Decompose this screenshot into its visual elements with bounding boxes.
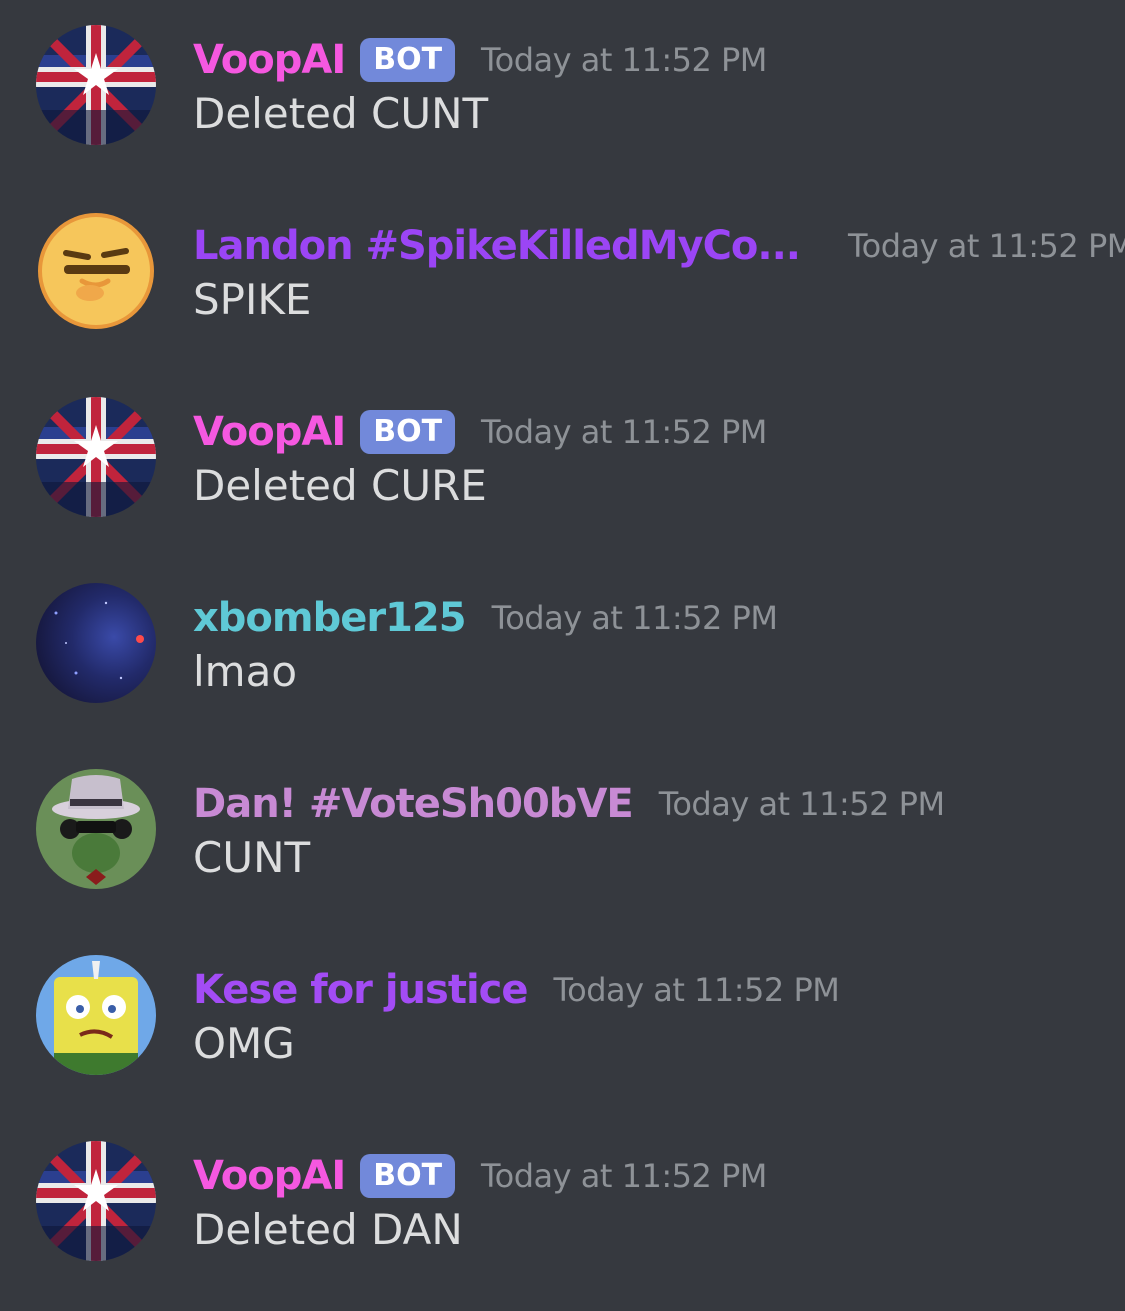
message-content: Deleted DAN (193, 1205, 463, 1254)
message-header: VoopAI BOT Today at 11:52 PM (193, 25, 767, 95)
space-avatar-icon[interactable] (36, 583, 156, 703)
message-content: SPIKE (193, 275, 312, 324)
username[interactable]: xbomber125 (193, 595, 467, 641)
message-item: xbomber125 Today at 11:52 PM lmao (0, 583, 1125, 753)
message-header: xbomber125 Today at 11:52 PM (193, 583, 778, 653)
username[interactable]: Dan! #VoteSh00bVE (193, 781, 634, 827)
message-content: lmao (193, 647, 298, 696)
bot-badge: BOT (360, 1154, 456, 1198)
bot-badge: BOT (360, 410, 456, 454)
flag-avatar-icon[interactable] (36, 1141, 156, 1261)
message-header: Kese for justice Today at 11:52 PM (193, 955, 840, 1025)
timestamp: Today at 11:52 PM (481, 1157, 767, 1195)
flag-avatar-icon[interactable] (36, 25, 156, 145)
username[interactable]: VoopAI (193, 37, 346, 83)
message-content: Deleted CUNT (193, 89, 489, 138)
timestamp: Today at 11:52 PM (658, 785, 945, 823)
username[interactable]: Kese for justice (193, 967, 528, 1013)
timestamp: Today at 11:52 PM (553, 971, 840, 1009)
spongebob-avatar-icon[interactable] (36, 955, 156, 1075)
message-content: OMG (193, 1019, 295, 1068)
bot-badge: BOT (360, 38, 456, 82)
timestamp: Today at 11:52 PM (481, 41, 767, 79)
emoji-face-avatar-icon[interactable] (36, 211, 156, 331)
username[interactable]: Landon #SpikeKilledMyCo... (193, 223, 801, 269)
message-item: Dan! #VoteSh00bVE Today at 11:52 PM CUNT (0, 769, 1125, 939)
flag-avatar-icon[interactable] (36, 397, 156, 517)
message-header: Dan! #VoteSh00bVE Today at 11:52 PM (193, 769, 945, 839)
message-item: Landon #SpikeKilledMyCo... Today at 11:5… (0, 211, 1125, 381)
message-content: Deleted CURE (193, 461, 487, 510)
username[interactable]: VoopAI (193, 409, 346, 455)
message-list: VoopAI BOT Today at 11:52 PM Deleted CUN… (0, 0, 1125, 1298)
message-header: Landon #SpikeKilledMyCo... Today at 11:5… (193, 211, 1125, 281)
message-item: VoopAI BOT Today at 11:52 PM Deleted CUN… (0, 25, 1125, 195)
message-header: VoopAI BOT Today at 11:52 PM (193, 397, 767, 467)
message-item: VoopAI BOT Today at 11:52 PM Deleted DAN (0, 1141, 1125, 1311)
message-item: Kese for justice Today at 11:52 PM OMG (0, 955, 1125, 1125)
hat-character-avatar-icon[interactable] (36, 769, 156, 889)
message-header: VoopAI BOT Today at 11:52 PM (193, 1141, 767, 1211)
timestamp: Today at 11:52 PM (491, 599, 778, 637)
timestamp: Today at 11:52 PM (481, 413, 767, 451)
timestamp: Today at 11:52 PM (848, 227, 1125, 265)
username[interactable]: VoopAI (193, 1153, 346, 1199)
message-item: VoopAI BOT Today at 11:52 PM Deleted CUR… (0, 397, 1125, 567)
message-content: CUNT (193, 833, 311, 882)
